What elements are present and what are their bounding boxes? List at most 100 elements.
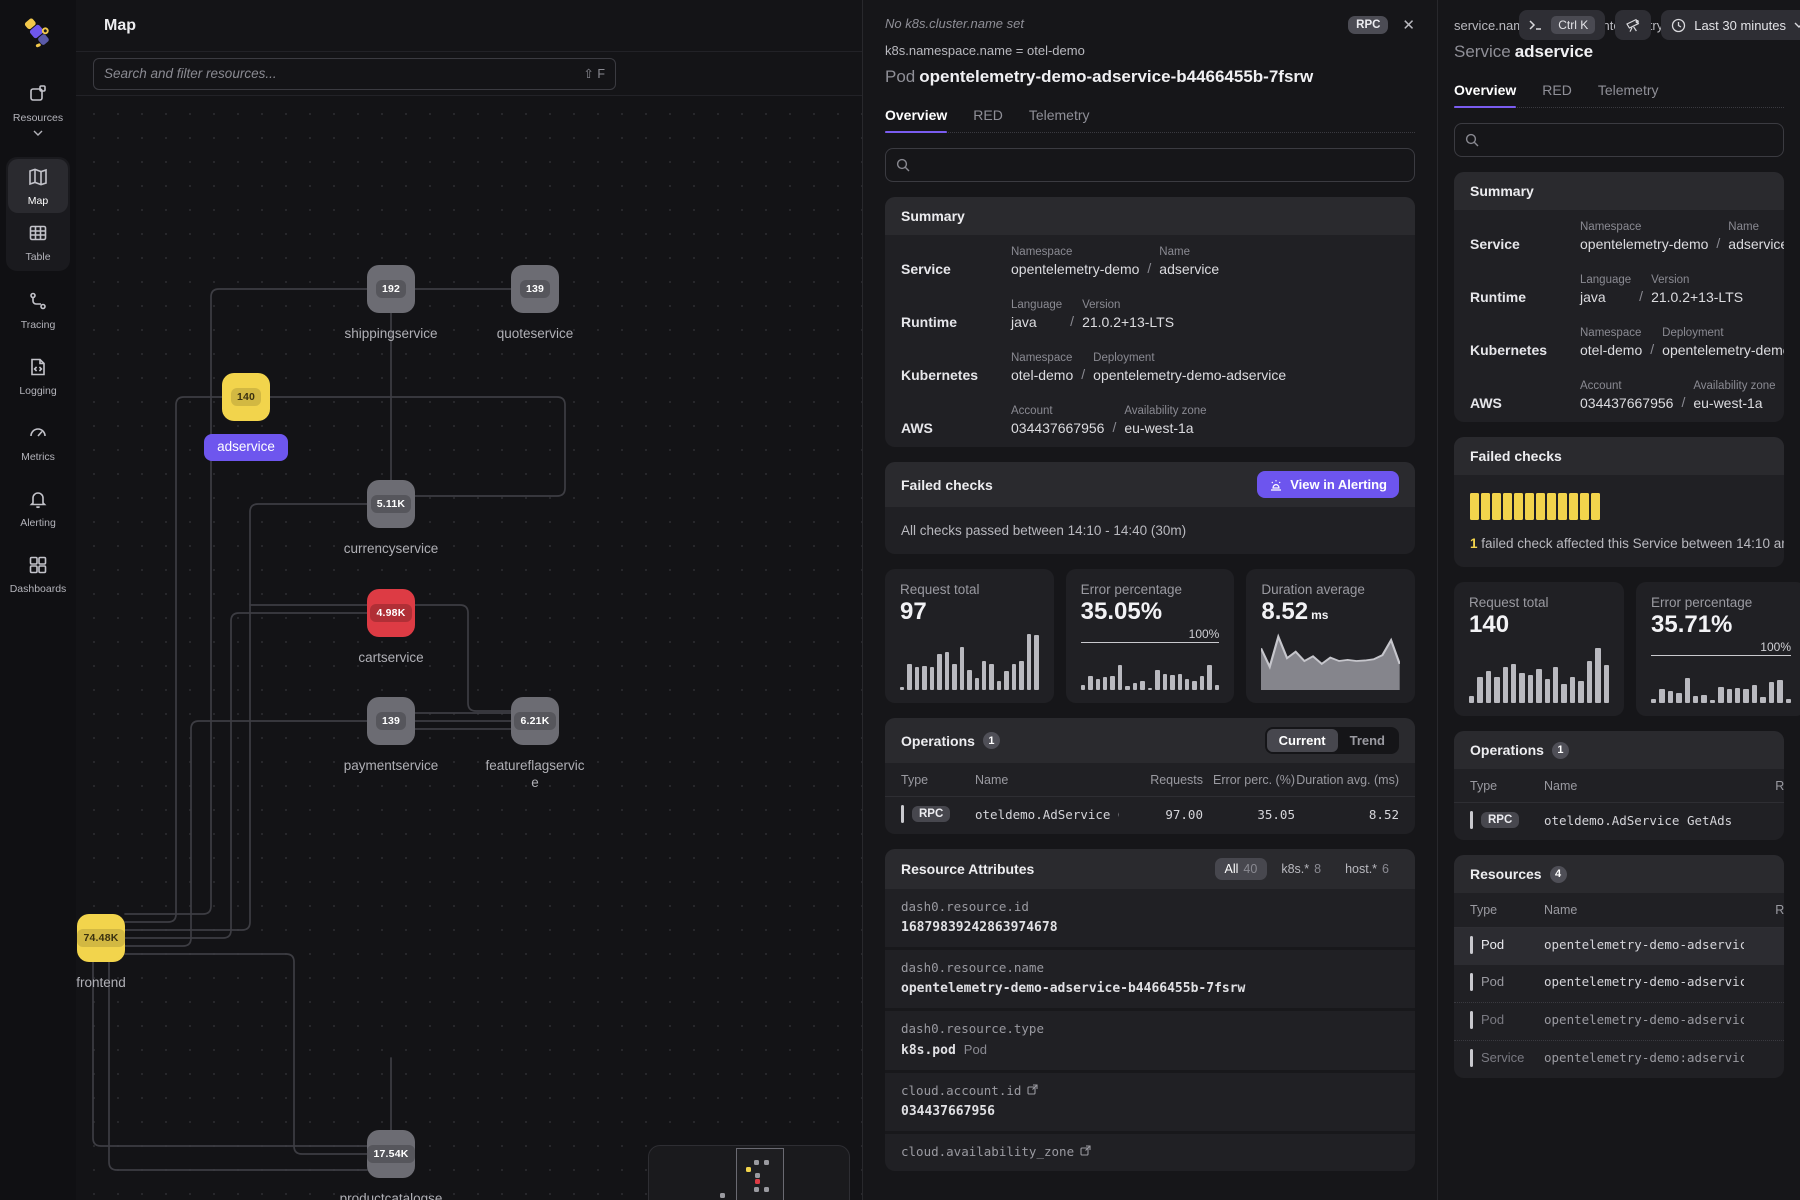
operation-metric: 140.00 xyxy=(1744,813,1784,828)
attribute-row[interactable]: dash0.resource.nameopentelemetry-demo-ad… xyxy=(885,947,1415,1008)
map-node-cartservice[interactable]: 4.98Kcartservice xyxy=(331,589,451,667)
summary-col-value: java xyxy=(1580,289,1631,305)
attribute-row[interactable]: dash0.resource.typek8s.podPod xyxy=(885,1008,1415,1070)
app-logo[interactable] xyxy=(17,12,59,54)
attribute-filter-host[interactable]: host.*6 xyxy=(1335,858,1399,880)
map-node-featureflagservice[interactable]: 6.21Kfeatureflagservice xyxy=(475,697,595,792)
resource-row[interactable]: Podopentelemetry-demo-adservice-b…43.00 xyxy=(1454,965,1784,1002)
resource-type-label: Pod xyxy=(1481,1012,1504,1027)
stat-value: 140 xyxy=(1469,613,1609,637)
summary-col: Namespaceotel-demo xyxy=(1011,352,1073,383)
resource-row[interactable]: Podopentelemetry-demo-adservice-b…97.00 xyxy=(1454,928,1784,965)
dash0-logo-icon xyxy=(20,15,56,51)
pod-tab-telemetry[interactable]: Telemetry xyxy=(1029,107,1090,132)
sidebar-item-table[interactable]: Table xyxy=(8,215,68,269)
pod-panel-search[interactable] xyxy=(885,148,1415,182)
sidebar-item-metrics[interactable]: Metrics xyxy=(6,415,70,469)
summary-col: Availability zoneeu-west-1a xyxy=(1124,405,1206,436)
column-header: Requests xyxy=(1744,902,1784,918)
map-search[interactable]: ⇧ F xyxy=(93,58,616,90)
toggle-current[interactable]: Current xyxy=(1267,729,1338,752)
chart-bar xyxy=(1140,681,1144,690)
stat-card-error-percentage: Error percentage35.71%100% xyxy=(1636,582,1800,716)
map-node-paymentservice[interactable]: 139paymentservice xyxy=(331,697,451,775)
sidebar-item-tracing[interactable]: Tracing xyxy=(6,283,70,337)
summary-col: Account034437667956 xyxy=(1011,405,1104,436)
value-separator: / xyxy=(1147,260,1151,276)
chart-bar xyxy=(1103,677,1107,690)
command-palette-button[interactable]: Ctrl K xyxy=(1519,10,1605,40)
map-node-currencyservice[interactable]: 5.11Kcurrencyservice xyxy=(331,480,451,558)
chart-bar xyxy=(952,664,956,690)
service-tab-red[interactable]: RED xyxy=(1542,82,1572,107)
service-search-input[interactable] xyxy=(1487,133,1773,148)
minimap-viewport[interactable] xyxy=(736,1148,784,1200)
pod-tab-red[interactable]: RED xyxy=(973,107,1003,132)
chart-bar xyxy=(1170,675,1174,690)
summary-row-values: Languagejava/Version21.0.2+13-LTS xyxy=(1011,299,1174,330)
map-node-adservice[interactable]: 140adservice xyxy=(186,373,306,461)
service-panel-search[interactable] xyxy=(1454,123,1784,157)
resource-type-label: Pod xyxy=(1481,974,1504,989)
view-in-alerting-button[interactable]: View in Alerting xyxy=(1257,471,1399,498)
chart-bar xyxy=(1494,677,1499,703)
summary-row-label: Runtime xyxy=(1470,289,1574,305)
toggle-trend[interactable]: Trend xyxy=(1338,729,1397,752)
pod-operations-card: Operations 1 CurrentTrend TypeNameReques… xyxy=(885,718,1415,834)
attribute-row[interactable]: cloud.availability_zone xyxy=(885,1131,1415,1171)
attribute-row[interactable]: cloud.account.id034437667956 xyxy=(885,1070,1415,1131)
attribute-row[interactable]: dash0.resource.id16879839242863974678 xyxy=(885,889,1415,947)
summary-col-key: Deployment xyxy=(1093,352,1286,364)
telescope-button[interactable] xyxy=(1615,10,1651,40)
chart-bar xyxy=(1570,677,1575,703)
chevron-down-icon xyxy=(1794,22,1800,28)
chart-bar xyxy=(1727,689,1732,703)
service-map-canvas[interactable]: 192shippingservice 139quoteservice 140adse… xyxy=(76,96,862,1200)
service-tab-telemetry[interactable]: Telemetry xyxy=(1598,82,1659,107)
reference-line-label: 100% xyxy=(1651,640,1791,656)
resource-row[interactable]: Pod opentelemetry-demo-adservice-b… xyxy=(1454,1002,1784,1040)
sidebar-item-logging[interactable]: Logging xyxy=(6,349,70,403)
selection-tick xyxy=(1470,811,1473,829)
operation-row[interactable]: RPCoteldemo.AdService GetAds97.0035.058.… xyxy=(885,797,1415,834)
rpc-badge: RPC xyxy=(1348,16,1388,34)
dashboards-icon xyxy=(27,554,49,579)
service-tab-overview[interactable]: Overview xyxy=(1454,82,1516,107)
sidebar-item-alerting[interactable]: Alerting xyxy=(6,481,70,535)
chart-bar xyxy=(1743,689,1748,703)
pod-tab-overview[interactable]: Overview xyxy=(885,107,947,132)
sidebar-item-map[interactable]: Map xyxy=(8,159,68,213)
pod-detail-panel: No k8s.cluster.name set RPC ✕ k8s.namesp… xyxy=(862,0,1437,1200)
summary-row-values: Namespaceotel-demo/Deploymentopentelemet… xyxy=(1580,327,1784,358)
service-detail-panel: service.namespace = opentelemetry-demo S… xyxy=(1437,0,1800,1200)
map-node-frontend[interactable]: 74.48Kfrontend xyxy=(76,914,161,992)
operation-row[interactable]: RPCoteldemo.AdService GetAds140.00 xyxy=(1454,803,1784,840)
pod-search-input[interactable] xyxy=(918,158,1404,173)
stat-card-request-total: Request total97 xyxy=(885,569,1054,703)
chart-bar xyxy=(1545,679,1550,703)
map-node-quoteservice[interactable]: 139quoteservice xyxy=(475,265,595,343)
value-separator: / xyxy=(1081,366,1085,382)
resource-name: opentelemetry-demo-adservice-b… xyxy=(1544,1012,1744,1027)
pod-stat-cards: Request total97Error percentage35.05%100… xyxy=(885,569,1415,703)
stat-label: Error percentage xyxy=(1081,582,1220,597)
attribute-filter-k8s[interactable]: k8s.*8 xyxy=(1271,858,1331,880)
attribute-filter-all[interactable]: All40 xyxy=(1215,858,1268,880)
node-label: shippingservice xyxy=(344,326,437,343)
map-search-row: ⇧ F xyxy=(76,52,862,96)
node-box: 17.54K xyxy=(367,1130,415,1178)
sidebar-item-resources[interactable]: Resources xyxy=(6,76,70,145)
close-icon[interactable]: ✕ xyxy=(1402,16,1415,34)
summary-row-values: Namespaceopentelemetry-demo/Nameadservic… xyxy=(1011,246,1219,277)
map-node-shippingservice[interactable]: 192shippingservice xyxy=(331,265,451,343)
chart-bar xyxy=(1215,685,1219,690)
sidebar-item-dashboards[interactable]: Dashboards xyxy=(6,547,70,601)
chart-bar xyxy=(1735,688,1740,703)
map-search-input[interactable] xyxy=(104,66,575,81)
minimap-node-dot xyxy=(764,1187,769,1192)
resource-row[interactable]: Serviceopentelemetry-demo:adservice xyxy=(1454,1040,1784,1078)
map-minimap[interactable] xyxy=(648,1145,850,1200)
time-range-button[interactable]: Last 30 minutes xyxy=(1661,10,1800,40)
map-node-productcatalogservice[interactable]: 17.54Kproductcatalogservice xyxy=(331,1130,451,1200)
summary-row-values: Namespaceopentelemetry-demo/Nameadservic… xyxy=(1580,221,1784,252)
